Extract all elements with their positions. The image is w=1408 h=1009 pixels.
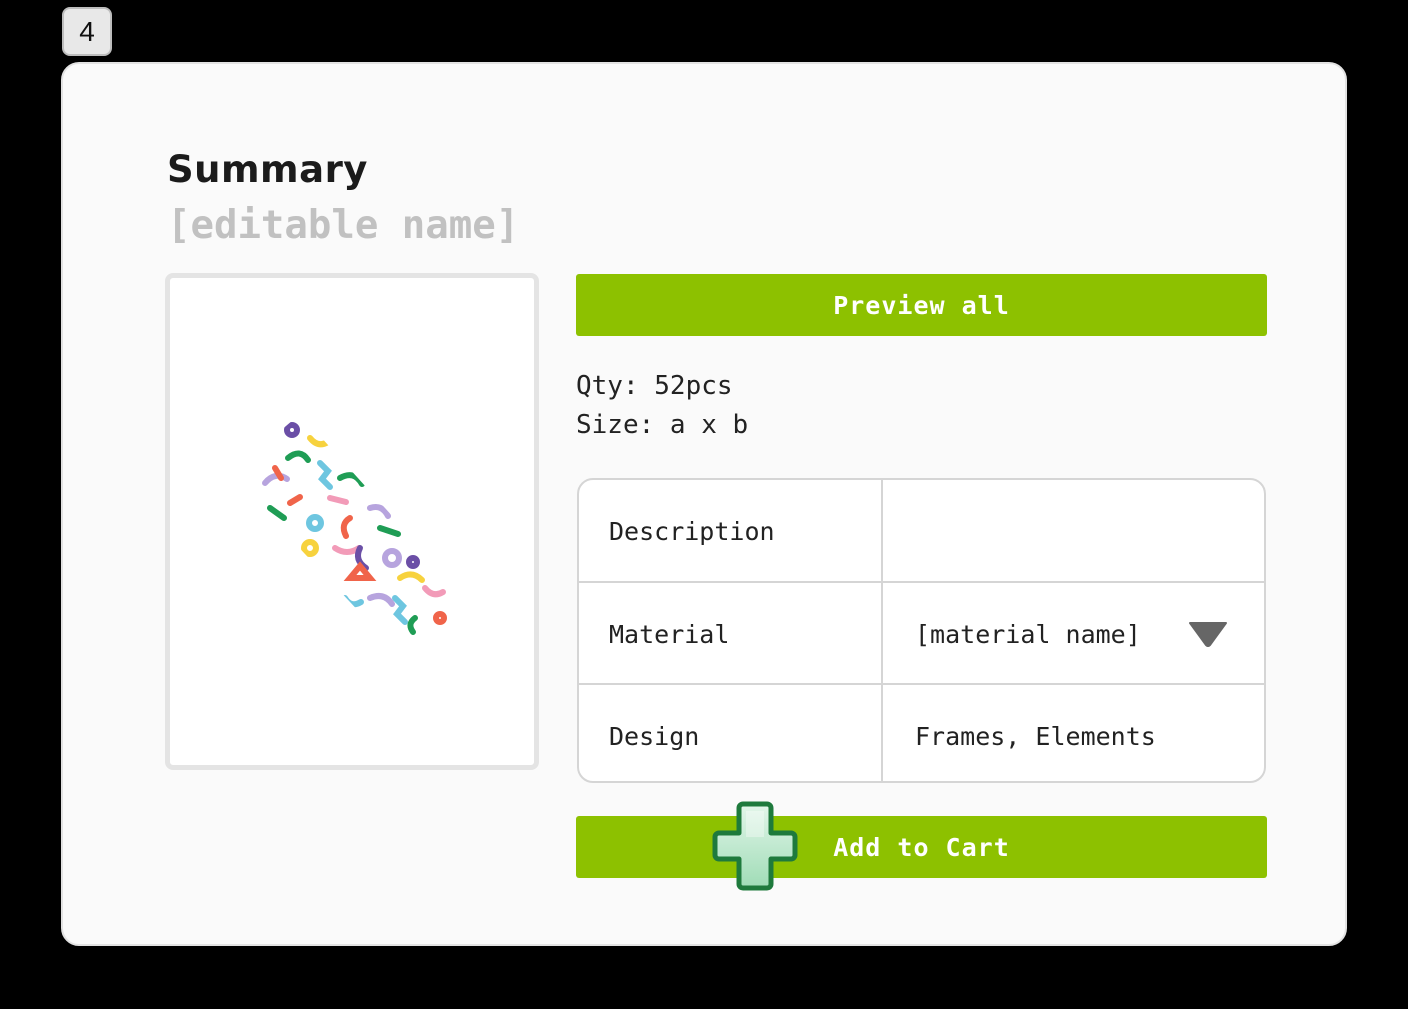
- spec-row-design: Design Frames, Elements: [579, 683, 1264, 781]
- design-value[interactable]: Frames, Elements: [883, 685, 1264, 781]
- plus-icon[interactable]: [712, 801, 798, 891]
- add-to-cart-button[interactable]: Add to Cart: [576, 816, 1267, 878]
- spec-row-description: Description: [579, 480, 1264, 582]
- spec-label: Design: [579, 685, 883, 781]
- material-selected-value: [material name]: [915, 619, 1141, 649]
- product-preview: [165, 273, 539, 770]
- step-number-badge: 4: [62, 7, 112, 56]
- chevron-down-icon[interactable]: [1188, 621, 1228, 647]
- sticker-preview-image: [230, 414, 470, 666]
- preview-all-button[interactable]: Preview all: [576, 274, 1267, 336]
- quantity-text: Qty: 52pcs: [576, 371, 733, 401]
- spec-table: Description Material [material name] Des…: [577, 478, 1266, 783]
- material-dropdown[interactable]: [material name]: [883, 583, 1264, 685]
- spec-label: Material: [579, 583, 883, 685]
- spec-row-material: Material [material name]: [579, 581, 1264, 685]
- size-text: Size: a x b: [576, 410, 749, 440]
- spec-label: Description: [579, 480, 883, 582]
- page-title: Summary: [167, 148, 368, 191]
- editable-name-field[interactable]: [editable name]: [167, 203, 519, 248]
- description-value[interactable]: [883, 480, 1264, 582]
